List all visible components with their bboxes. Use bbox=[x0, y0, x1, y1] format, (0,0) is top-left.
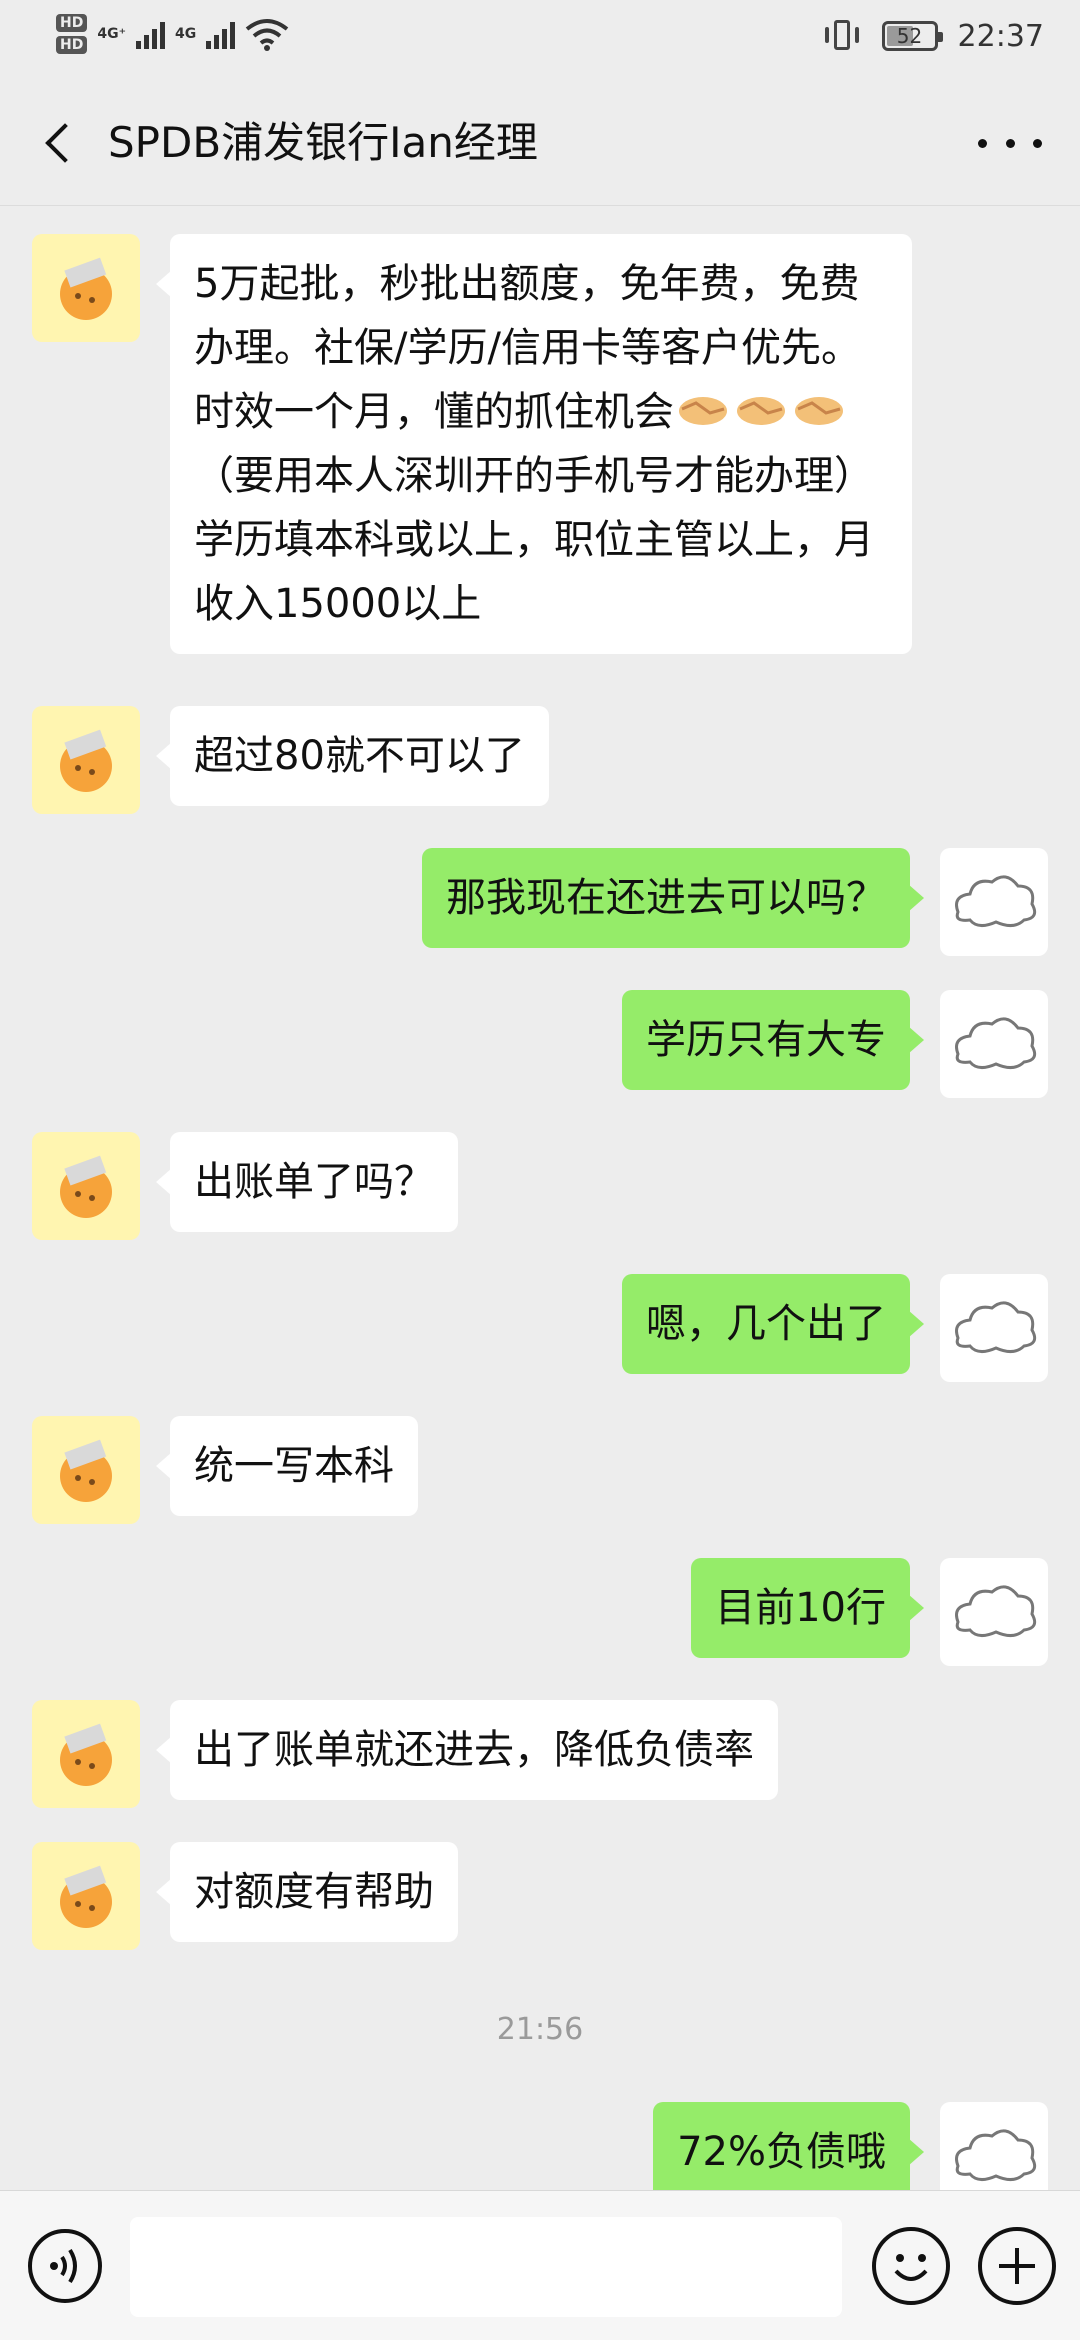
wifi-icon bbox=[245, 19, 289, 51]
orange-avatar-icon bbox=[60, 1439, 112, 1502]
message-bubble[interactable]: 对额度有帮助 bbox=[156, 1842, 458, 1942]
message-bubble[interactable]: 统一写本科 bbox=[156, 1416, 418, 1516]
handshake-emoji-icon bbox=[679, 397, 727, 425]
cloud-avatar-icon bbox=[955, 1585, 1037, 1637]
message-text: 对额度有帮助 bbox=[194, 1869, 434, 1915]
vibrate-icon bbox=[822, 18, 862, 54]
message-text: 那我现在还进去可以吗？ bbox=[446, 875, 886, 921]
message-text: 超过80就不可以了 bbox=[194, 733, 525, 779]
orange-avatar-icon bbox=[60, 257, 112, 320]
message-bubble[interactable]: 超过80就不可以了 bbox=[156, 706, 549, 806]
dot-icon bbox=[978, 138, 987, 148]
cloud-avatar-icon bbox=[955, 1301, 1037, 1353]
voice-icon bbox=[50, 2248, 77, 2284]
message-text: 72%负债哦 bbox=[677, 2129, 886, 2175]
network-type-label: 4G⁺ bbox=[97, 26, 126, 42]
more-options-button[interactable] bbox=[978, 118, 1042, 168]
contact-avatar[interactable] bbox=[32, 706, 140, 814]
user-avatar[interactable] bbox=[940, 1558, 1048, 1666]
contact-avatar[interactable] bbox=[32, 234, 140, 342]
message-bubble[interactable]: 72%负债哦 bbox=[653, 2102, 924, 2190]
message-list[interactable]: 5万起批，秒批出额度，免年费，免费办理。社保/学历/信用卡等客户优先。时效一个月… bbox=[0, 206, 1080, 2190]
smiley-icon bbox=[894, 2254, 928, 2281]
network-type-label: 4G bbox=[174, 26, 197, 42]
status-bar: HD HD 4G⁺ 4G 52 22:37 bbox=[0, 0, 1080, 78]
message-bubble[interactable]: 5万起批，秒批出额度，免年费，免费办理。社保/学历/信用卡等客户优先。时效一个月… bbox=[156, 234, 912, 654]
emoji-button[interactable] bbox=[872, 2227, 950, 2305]
dot-icon bbox=[1005, 138, 1015, 148]
message-text: 出了账单就还进去，降低负债率 bbox=[194, 1727, 754, 1773]
orange-avatar-icon bbox=[60, 729, 112, 792]
message-text: 嗯，几个出了 bbox=[646, 1301, 886, 1347]
message-text: 出账单了吗？ bbox=[194, 1159, 434, 1205]
input-bar bbox=[0, 2190, 1080, 2340]
clock: 22:37 bbox=[957, 18, 1044, 54]
cloud-avatar-icon bbox=[955, 2129, 1037, 2181]
user-avatar[interactable] bbox=[940, 1274, 1048, 1382]
message-text: （要用本人深圳开的手机号才能办理）学历填本科或以上，职位主管以上，月收入1500… bbox=[194, 453, 874, 627]
cloud-avatar-icon bbox=[955, 875, 1037, 927]
contact-avatar[interactable] bbox=[32, 1132, 140, 1240]
contact-avatar[interactable] bbox=[32, 1416, 140, 1524]
more-functions-button[interactable] bbox=[978, 2227, 1056, 2305]
cloud-avatar-icon bbox=[955, 1017, 1037, 1069]
message-bubble[interactable]: 目前10行 bbox=[691, 1558, 924, 1658]
handshake-emoji-icon bbox=[737, 397, 785, 425]
user-avatar[interactable] bbox=[940, 990, 1048, 1098]
message-bubble[interactable]: 出账单了吗？ bbox=[156, 1132, 458, 1232]
message-bubble[interactable]: 学历只有大专 bbox=[622, 990, 924, 1090]
user-avatar[interactable] bbox=[940, 2102, 1048, 2190]
user-avatar[interactable] bbox=[940, 848, 1048, 956]
chat-screen: HD HD 4G⁺ 4G 52 22:37 SPDB浦发银行Ian经理 5万起批… bbox=[0, 0, 1080, 2340]
message-bubble[interactable]: 那我现在还进去可以吗？ bbox=[422, 848, 924, 948]
message-input[interactable] bbox=[130, 2217, 842, 2317]
battery-level: 52 bbox=[896, 24, 923, 48]
message-bubble[interactable]: 嗯，几个出了 bbox=[622, 1274, 924, 1374]
message-text: 学历只有大专 bbox=[646, 1017, 886, 1063]
signal-icon bbox=[206, 19, 236, 49]
contact-avatar[interactable] bbox=[32, 1842, 140, 1950]
voice-button[interactable] bbox=[28, 2229, 102, 2303]
message-text: 目前10行 bbox=[715, 1585, 886, 1631]
chevron-left-icon bbox=[45, 123, 85, 163]
hd-icon: HD bbox=[56, 14, 88, 32]
contact-avatar[interactable] bbox=[32, 1700, 140, 1808]
hd-icon: HD bbox=[56, 36, 88, 54]
dot-icon bbox=[1033, 138, 1042, 148]
status-indicators: HD HD 4G⁺ 4G bbox=[56, 14, 289, 54]
chat-header: SPDB浦发银行Ian经理 bbox=[0, 78, 1080, 206]
battery-icon: 52 bbox=[881, 21, 943, 51]
message-bubble[interactable]: 出了账单就还进去，降低负债率 bbox=[156, 1700, 778, 1800]
chat-title: SPDB浦发银行Ian经理 bbox=[108, 118, 538, 167]
orange-avatar-icon bbox=[60, 1723, 112, 1786]
handshake-emoji-icon bbox=[795, 397, 843, 425]
orange-avatar-icon bbox=[60, 1865, 112, 1928]
orange-avatar-icon bbox=[60, 1155, 112, 1218]
time-divider: 21:56 bbox=[496, 2012, 584, 2047]
signal-icon bbox=[135, 19, 165, 49]
message-text: 统一写本科 bbox=[194, 1443, 394, 1489]
back-button[interactable] bbox=[30, 108, 90, 178]
